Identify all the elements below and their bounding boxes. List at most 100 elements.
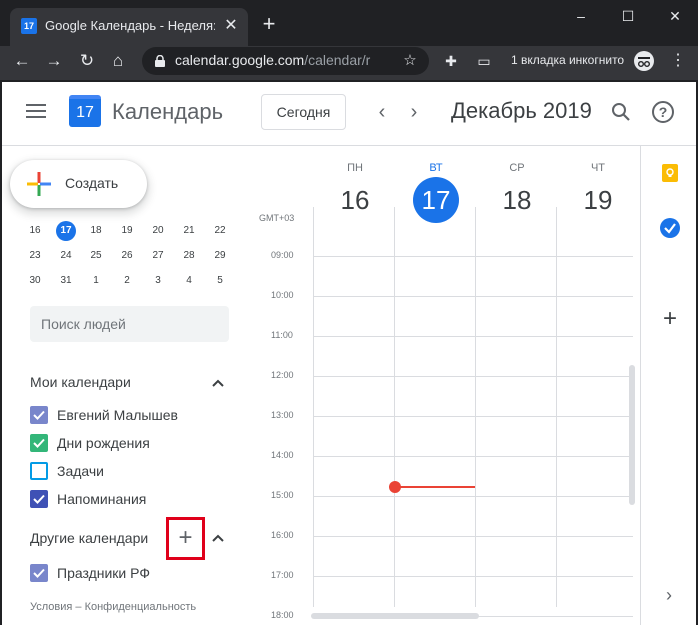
- cast-icon[interactable]: ▭: [473, 50, 495, 72]
- mini-calendar-day[interactable]: 5: [209, 274, 231, 288]
- hour-gridline: [313, 576, 633, 577]
- hour-gridline: [313, 256, 633, 257]
- calendar-checkbox[interactable]: [30, 564, 48, 582]
- reload-icon[interactable]: ↻: [75, 49, 99, 73]
- mini-calendar-day[interactable]: 22: [209, 224, 231, 238]
- forward-arrow-icon[interactable]: →: [42, 49, 66, 73]
- collapse-my-calendars-chevron-icon[interactable]: [210, 375, 226, 391]
- calendar-checkbox[interactable]: [30, 490, 48, 508]
- my-calendars-title[interactable]: Мои календари: [30, 374, 131, 392]
- mini-calendar-day[interactable]: 21: [178, 224, 200, 238]
- incognito-icon[interactable]: [634, 51, 654, 71]
- add-addon-plus-icon[interactable]: +: [658, 305, 682, 333]
- calendar-label[interactable]: Напоминания: [57, 491, 146, 509]
- day-of-week-label: ПН: [347, 162, 363, 174]
- footer-links[interactable]: Условия – Конфиденциальность: [30, 601, 230, 615]
- current-time-line: [395, 486, 475, 488]
- mini-calendar-day[interactable]: 4: [178, 274, 200, 288]
- hour-gridline: [313, 496, 633, 497]
- mini-calendar-day[interactable]: 23: [24, 249, 46, 263]
- add-other-calendar-button[interactable]: +: [166, 517, 205, 560]
- calendar-label[interactable]: Дни рождения: [57, 435, 150, 453]
- today-button[interactable]: Сегодня: [261, 94, 346, 130]
- close-window-button[interactable]: ✕: [660, 5, 690, 27]
- hour-gridline: [313, 536, 633, 537]
- mini-calendar-day[interactable]: 1: [85, 274, 107, 288]
- calendar-label[interactable]: Евгений Малышев: [57, 407, 178, 425]
- period-title: Декабрь 2019: [451, 98, 592, 123]
- timezone-label: GMT+03: [259, 213, 295, 223]
- calendar-label[interactable]: Праздники РФ: [57, 565, 150, 583]
- other-calendars-title[interactable]: Другие календари: [30, 530, 148, 548]
- incognito-label[interactable]: 1 вкладка инкогнито: [511, 53, 629, 69]
- mini-calendar-day[interactable]: 29: [209, 249, 231, 263]
- search-icon[interactable]: [609, 100, 633, 124]
- help-icon[interactable]: ?: [652, 101, 674, 123]
- close-tab-icon[interactable]: ✕: [222, 16, 240, 36]
- mini-calendar-day[interactable]: 3: [147, 274, 169, 288]
- next-week-chevron-icon[interactable]: ›: [402, 98, 426, 126]
- previous-week-chevron-icon[interactable]: ‹: [370, 98, 394, 126]
- time-label: 09:00: [271, 250, 294, 260]
- mini-calendar-day[interactable]: 26: [116, 249, 138, 263]
- calendar-label[interactable]: Задачи: [57, 463, 104, 481]
- collapse-other-calendars-chevron-icon[interactable]: [210, 530, 226, 546]
- new-tab-button[interactable]: +: [258, 13, 280, 36]
- expand-side-panel-chevron-icon[interactable]: ›: [661, 585, 677, 605]
- browser-tab[interactable]: 17 Google Календарь - Неделя: 16 ✕: [10, 8, 248, 46]
- time-label: 17:00: [271, 570, 294, 580]
- day-date-number[interactable]: 16: [332, 184, 378, 216]
- hour-gridline: [313, 416, 633, 417]
- mini-calendar-day[interactable]: 19: [116, 224, 138, 238]
- url-path: /calendar/r: [304, 52, 371, 68]
- mini-calendar-day[interactable]: 2: [116, 274, 138, 288]
- day-of-week-label: ВТ: [429, 162, 443, 174]
- day-date-number[interactable]: 19: [575, 184, 621, 216]
- maximize-window-button[interactable]: ☐: [613, 5, 643, 27]
- extensions-icon[interactable]: ✚: [440, 50, 462, 72]
- horizontal-scrollbar[interactable]: [311, 613, 479, 619]
- mini-calendar-today[interactable]: 17: [56, 221, 76, 241]
- mini-calendar-day[interactable]: 20: [147, 224, 169, 238]
- mini-calendar-day[interactable]: 28: [178, 249, 200, 263]
- main-menu-icon[interactable]: [26, 104, 46, 118]
- url-domain: calendar.google.com: [175, 52, 305, 68]
- time-label: 15:00: [271, 490, 294, 500]
- app-title: Календарь: [112, 99, 224, 124]
- mini-calendar-day[interactable]: 25: [85, 249, 107, 263]
- calendar-checkbox[interactable]: [30, 434, 48, 452]
- people-search-input[interactable]: Поиск людей: [30, 306, 229, 342]
- back-arrow-icon[interactable]: ←: [10, 49, 34, 73]
- day-of-week-label: СР: [509, 162, 525, 174]
- mini-calendar-day[interactable]: 31: [55, 274, 77, 288]
- mini-calendar-day[interactable]: 27: [147, 249, 169, 263]
- day-column-divider: [313, 207, 314, 607]
- time-label: 14:00: [271, 450, 294, 460]
- day-date-number[interactable]: 18: [494, 184, 540, 216]
- vertical-scrollbar[interactable]: [629, 365, 635, 505]
- calendar-checkbox[interactable]: [30, 406, 48, 424]
- mini-calendar-day[interactable]: 24: [55, 249, 77, 263]
- mini-calendar-day[interactable]: 18: [85, 224, 107, 238]
- browser-menu-icon[interactable]: ⋮: [670, 50, 686, 72]
- day-of-week-label: ЧТ: [590, 162, 606, 174]
- time-label: 12:00: [271, 370, 294, 380]
- url-text[interactable]: calendar.google.com/calendar/r: [175, 52, 375, 70]
- mini-calendar-day[interactable]: 16: [24, 224, 46, 238]
- hour-gridline: [313, 376, 633, 377]
- time-label: 13:00: [271, 410, 294, 420]
- bookmark-star-icon[interactable]: ☆: [401, 50, 419, 72]
- day-column-divider: [556, 207, 557, 607]
- tasks-icon[interactable]: [660, 218, 680, 238]
- time-label: 16:00: [271, 530, 294, 540]
- header-divider: [2, 145, 696, 146]
- mini-calendar-day[interactable]: 30: [24, 274, 46, 288]
- home-icon[interactable]: ⌂: [106, 49, 130, 73]
- keep-icon[interactable]: [662, 164, 678, 182]
- calendar-checkbox[interactable]: [30, 462, 48, 480]
- time-label: 18:00: [271, 610, 294, 620]
- minimize-window-button[interactable]: –: [566, 5, 596, 27]
- today-date-number[interactable]: 17: [413, 177, 459, 223]
- create-button-label: Создать: [65, 175, 119, 191]
- calendar-favicon-icon: 17: [21, 18, 37, 34]
